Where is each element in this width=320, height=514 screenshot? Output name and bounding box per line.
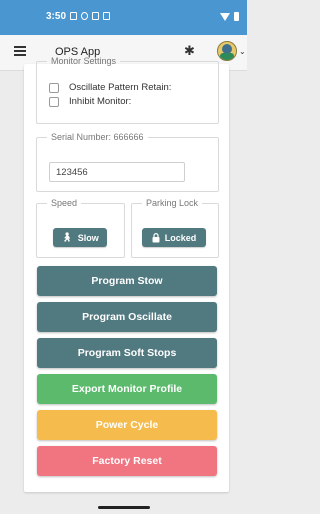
parking-lock-button-label: Locked: [164, 232, 197, 243]
export-monitor-profile-button[interactable]: Export Monitor Profile: [37, 374, 217, 404]
oscillate-pattern-retain-checkbox[interactable]: [49, 82, 59, 93]
mail-icon: [103, 12, 110, 20]
program-oscillate-button[interactable]: Program Oscillate: [37, 302, 217, 332]
oscillate-pattern-retain-row: Oscillate Pattern Retain:: [49, 82, 171, 93]
system-icons: [220, 12, 239, 21]
serial-number-input[interactable]: [49, 162, 185, 182]
status-time: 3:50: [46, 11, 67, 22]
message-icon: [92, 12, 99, 20]
settings-card: Monitor Settings Oscillate Pattern Retai…: [24, 56, 229, 492]
power-cycle-button[interactable]: Power Cycle: [37, 410, 217, 440]
menu-icon[interactable]: [14, 46, 26, 56]
program-stow-button[interactable]: Program Stow: [37, 266, 217, 296]
sim-icon: [70, 12, 77, 20]
lock-icon: [152, 232, 160, 242]
inhibit-monitor-label: Inhibit Monitor:: [69, 96, 132, 107]
chevron-down-icon[interactable]: ⌄: [239, 47, 246, 56]
home-gesture-handle[interactable]: [98, 506, 150, 509]
parking-lock-legend: Parking Lock: [146, 198, 199, 208]
walking-person-icon: 🚶︎: [61, 232, 73, 242]
monitor-settings-group: Monitor Settings Oscillate Pattern Retai…: [36, 56, 219, 124]
inhibit-monitor-row: Inhibit Monitor:: [49, 96, 131, 107]
program-soft-stops-button[interactable]: Program Soft Stops: [37, 338, 217, 368]
notification-icons: [70, 12, 110, 20]
speed-button[interactable]: 🚶︎ Slow: [53, 228, 107, 247]
speed-button-label: Slow: [77, 232, 99, 243]
speed-group: Speed 🚶︎ Slow: [36, 198, 125, 258]
monitor-settings-legend: Monitor Settings: [51, 56, 117, 66]
sync-icon: [81, 12, 88, 20]
wifi-icon: [220, 12, 230, 21]
inhibit-monitor-checkbox[interactable]: [49, 96, 59, 107]
status-bar: 3:50: [0, 0, 247, 35]
serial-number-group: Serial Number: 666666: [36, 132, 219, 192]
oscillate-pattern-retain-label: Oscillate Pattern Retain:: [69, 82, 172, 93]
navigation-bar: [0, 500, 247, 514]
avatar[interactable]: [217, 41, 237, 61]
speed-legend: Speed: [51, 198, 78, 208]
parking-lock-button[interactable]: Locked: [142, 228, 206, 247]
serial-number-legend: Serial Number: 666666: [51, 132, 144, 142]
battery-icon: [234, 12, 239, 21]
parking-lock-group: Parking Lock Locked: [131, 198, 219, 258]
factory-reset-button[interactable]: Factory Reset: [37, 446, 217, 476]
